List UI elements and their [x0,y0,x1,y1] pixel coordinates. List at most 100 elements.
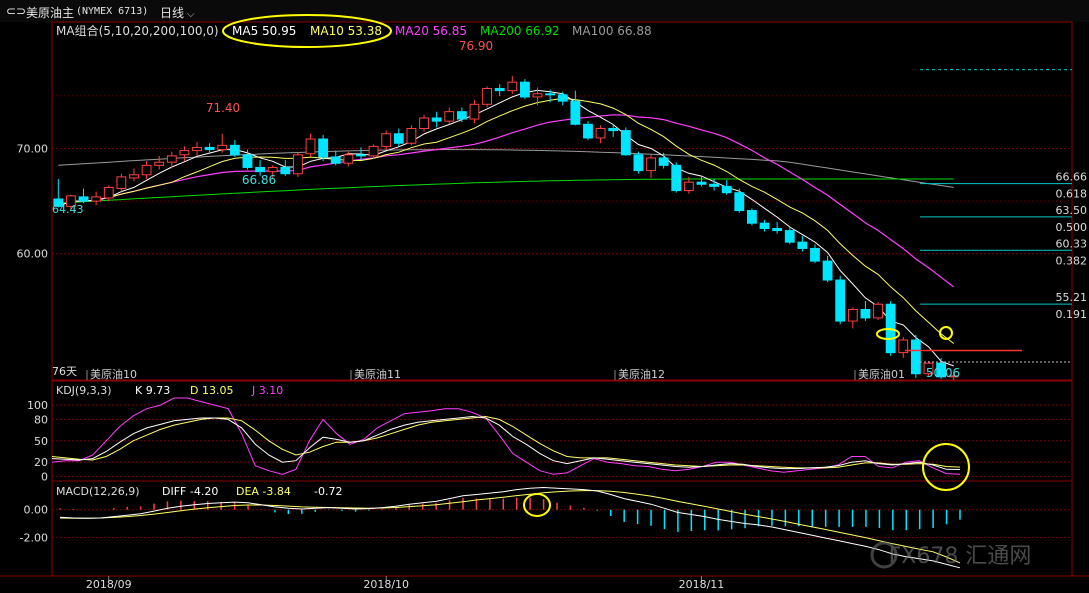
candle-body [368,145,379,157]
high-label-1: 71.40 [206,101,240,115]
candle-body [217,144,228,151]
candle-body [822,260,833,281]
kdj-tick-label: 0 [41,470,48,483]
candle [91,191,102,206]
candle [520,79,530,100]
candle-body [570,100,581,125]
candle [507,75,518,94]
candle [646,154,656,178]
candle [330,150,341,166]
candle-body [431,117,442,122]
candle [595,125,606,144]
candle-body [242,154,253,168]
candle [129,168,139,182]
candle-body [633,154,644,172]
candle [229,140,240,157]
candle-body [772,227,783,232]
candle [494,84,505,96]
kdj-d-line [51,415,961,469]
date-label: 2018/11 [679,578,725,591]
candle-body [78,196,89,202]
contract-label: 美原油10 [90,367,137,381]
candle-body [343,154,354,164]
fib-ratio-label: 0.191 [1056,308,1088,321]
candle-body [545,93,556,96]
contract-label: 美原油12 [618,367,665,381]
candle-body [910,339,921,375]
candle-body [646,157,656,172]
candle-body [532,93,543,98]
left-low-label: 64.43 [52,203,84,216]
candle [772,222,783,234]
candle [192,142,202,156]
candle [671,162,682,193]
date-label: 2018/10 [363,578,409,591]
candle-body [103,186,114,199]
kdj-tick-label: 80 [34,413,48,426]
candle [141,161,152,180]
candle [822,255,833,283]
macd-diff-value: DIFF -4.20 [162,485,218,498]
candle-body [280,166,291,175]
candle [419,114,429,132]
candle-body [406,127,417,144]
candle [444,107,455,125]
candle-body [166,155,177,163]
candle-body [683,181,694,192]
candle-body [696,181,707,185]
kdj-k-value: K 9.73 [135,384,170,397]
price-tick-label: 60.00 [17,248,49,261]
kdj-d-value: D 13.05 [190,384,233,397]
candle-body [381,133,392,147]
candle-body [330,156,341,164]
candle [583,121,593,141]
ma20-legend: MA20 56.85 [395,24,467,38]
candle [280,160,291,176]
watermark-text: FX678 汇通网 [889,544,1032,569]
candle-body [671,164,682,192]
candle [456,107,467,123]
candle-body [255,166,265,173]
highlight-circle-kdj [922,443,970,491]
candle [759,220,770,232]
candle [910,334,921,378]
candle-body [129,174,139,179]
candle-body [835,279,846,322]
candle-body [192,146,202,152]
candle-body [873,303,883,319]
candle [406,125,417,146]
candle-body [179,150,190,156]
candle [318,134,329,162]
candle-body [393,133,404,144]
ma10-legend: MA10 53.38 [310,24,382,38]
candle-body [810,247,820,262]
candle [847,307,858,329]
kdj-tick-label: 20 [34,456,48,469]
candle-body [658,157,669,166]
candle-body [797,241,808,249]
candle [393,128,404,147]
candle-body [154,161,165,166]
fib-price-label: 63.50 [1056,204,1088,217]
ma200-line [58,178,954,204]
candle-body [293,154,303,175]
candle [154,155,165,170]
candle-body [469,103,480,120]
candle-body [507,81,518,92]
candle [482,86,492,108]
candle-body [734,192,745,212]
candle-body [583,123,593,139]
candle-body [356,154,366,157]
candle [620,127,631,156]
fib-ratio-label: 0.382 [1056,254,1088,267]
macd-tick-label: -2.00 [20,531,48,544]
kdj-j-value: J 3.10 [251,384,283,397]
candle-body [444,111,455,122]
candle [116,173,127,192]
highlight-circle-macd [523,493,551,517]
candle-body [419,117,429,129]
candle-body [595,127,606,139]
price-tick-label: 70.00 [17,142,49,155]
candle-body [91,196,102,202]
candle-body [747,210,757,224]
